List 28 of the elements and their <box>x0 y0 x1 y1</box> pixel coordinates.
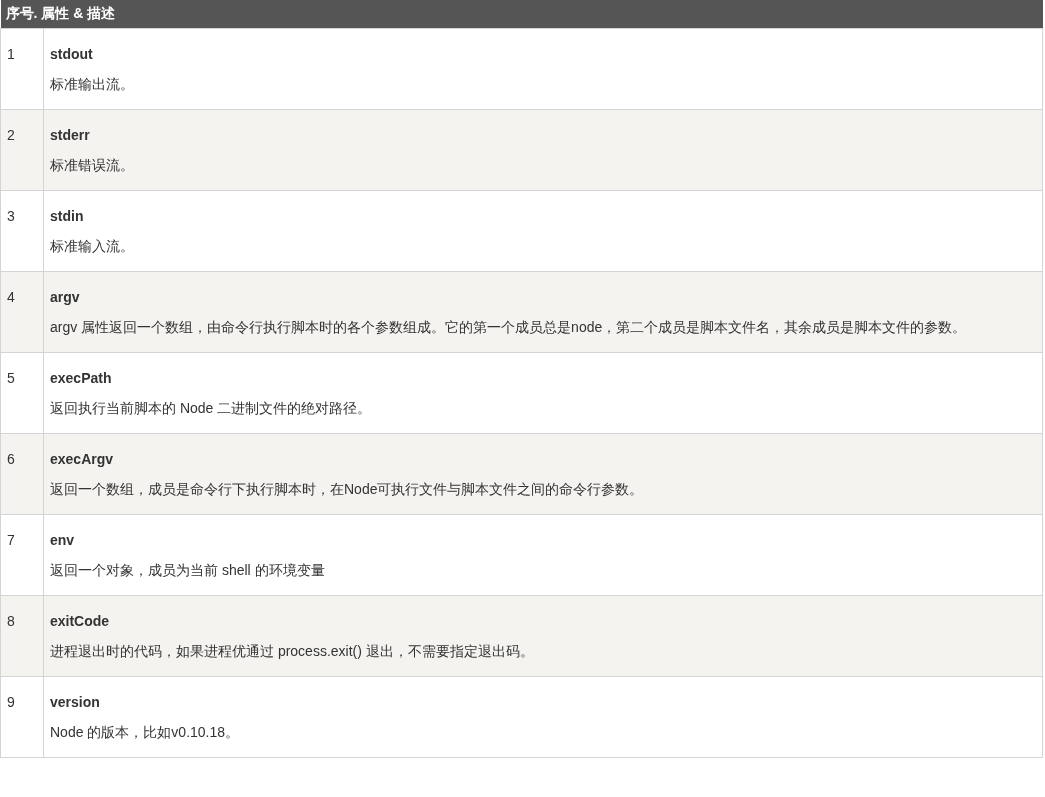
row-number-cell: 8 <box>0 595 44 677</box>
property-description: 进程退出时的代码，如果进程优通过 process.exit() 退出，不需要指定退出码。 <box>50 642 535 661</box>
property-name: stdout <box>50 45 94 64</box>
property-description: 返回一个数组，成员是命令行下执行脚本时，在Node可执行文件与脚本文件之间的命令行参数。 <box>50 480 645 499</box>
property-name: execPath <box>50 369 113 388</box>
property-name: stderr <box>50 126 91 145</box>
row-number-cell: 5 <box>0 352 44 434</box>
property-description: 标准输出流。 <box>50 75 135 94</box>
property-description: 标准输入流。 <box>50 237 135 256</box>
property-name: version <box>50 693 101 712</box>
column-header: 序号. 属性 & 描述 <box>0 0 1043 29</box>
property-name: argv <box>50 288 81 307</box>
row-number-cell: 6 <box>0 433 44 515</box>
property-description: argv 属性返回一个数组，由命令行执行脚本时的各个参数组成。它的第一个成员总是node，第二个成员是脚本文件名，其余成员是脚本文件的参数。 <box>50 318 968 337</box>
row-number-cell: 9 <box>0 676 44 758</box>
property-description: 返回执行当前脚本的 Node 二进制文件的绝对路径。 <box>50 399 373 418</box>
row-number-cell: 1 <box>0 28 44 110</box>
row-number-cell: 3 <box>0 190 44 272</box>
row-number-cell: 7 <box>0 514 44 596</box>
row-number-cell: 2 <box>0 109 44 191</box>
property-name: exitCode <box>50 612 111 631</box>
property-description: 标准错误流。 <box>50 156 135 175</box>
property-name: env <box>50 531 76 550</box>
property-description: Node 的版本，比如v0.10.18。 <box>50 723 241 742</box>
property-name: execArgv <box>50 450 115 469</box>
property-description: 返回一个对象，成员为当前 shell 的环境变量 <box>50 561 326 580</box>
property-name: stdin <box>50 207 85 226</box>
row-number-cell: 4 <box>0 271 44 353</box>
